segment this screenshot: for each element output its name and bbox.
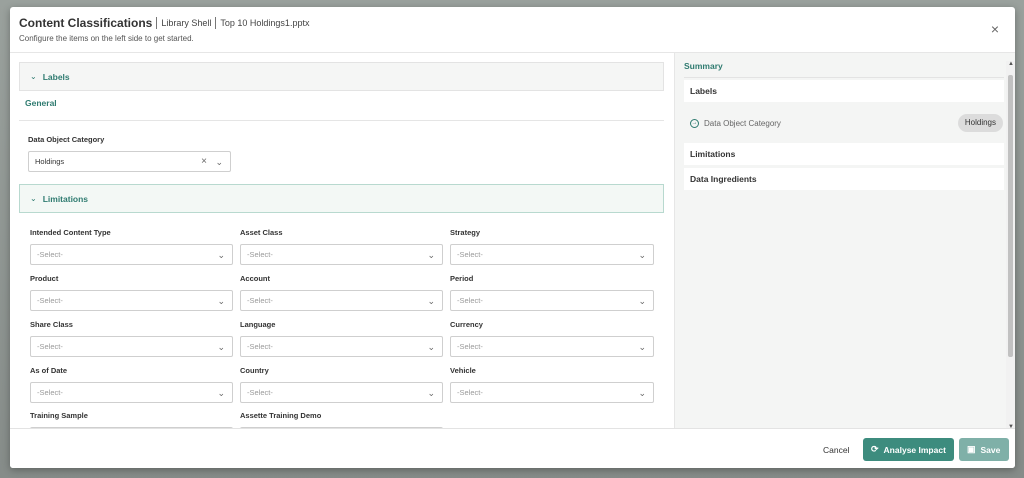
chevron-down-icon: ⌄ bbox=[217, 342, 225, 352]
intended-content-type-label: Intended Content Type bbox=[30, 228, 111, 237]
save-label: Save bbox=[980, 444, 1001, 455]
summary-divider bbox=[684, 77, 1004, 78]
summary-limitations-heading: Limitations bbox=[690, 149, 736, 159]
chevron-down-icon: ⌄ bbox=[217, 296, 225, 306]
content-classifications-modal: Content Classifications Library Shell To… bbox=[10, 7, 1015, 468]
labels-section-header[interactable]: ⌄ Labels bbox=[19, 62, 664, 91]
clear-icon[interactable]: × bbox=[201, 156, 207, 167]
assette-training-demo-label: Assette Training Demo bbox=[240, 411, 322, 420]
chevron-down-icon: ⌄ bbox=[638, 342, 646, 352]
summary-ingredients-block: Data Ingredients bbox=[684, 168, 1004, 190]
analyse-impact-button[interactable]: ⟳ Analyse Impact bbox=[863, 438, 954, 461]
configuration-panel: ⌄ Labels General Data Object Category Ho… bbox=[19, 62, 664, 428]
data-object-category-value: Holdings bbox=[35, 157, 65, 166]
country-select[interactable]: -Select- ⌄ bbox=[240, 382, 443, 403]
labels-section-title: Labels bbox=[42, 71, 70, 82]
period-select[interactable]: -Select- ⌄ bbox=[450, 290, 654, 311]
tab-general[interactable]: General bbox=[25, 98, 57, 108]
tab-divider bbox=[19, 120, 664, 121]
summary-title: Summary bbox=[684, 61, 723, 71]
breadcrumb-file-name: Top 10 Holdings1.pptx bbox=[215, 17, 309, 29]
summary-labels-heading: Labels bbox=[690, 86, 717, 96]
summary-ingredients-heading: Data Ingredients bbox=[690, 174, 757, 184]
modal-footer: Cancel ⟳ Analyse Impact ▣ Save bbox=[10, 428, 1015, 468]
select-placeholder: -Select- bbox=[457, 250, 483, 259]
select-placeholder: -Select- bbox=[37, 250, 63, 259]
currency-select[interactable]: -Select- ⌄ bbox=[450, 336, 654, 357]
save-button[interactable]: ▣ Save bbox=[959, 438, 1009, 461]
share-class-label: Share Class bbox=[30, 320, 73, 329]
chevron-down-icon: ⌄ bbox=[217, 388, 225, 398]
select-placeholder: -Select- bbox=[37, 296, 63, 305]
limitations-section-title: Limitations bbox=[42, 193, 89, 204]
summary-labels-block: Labels bbox=[684, 80, 1004, 102]
strategy-select[interactable]: -Select- ⌄ bbox=[450, 244, 654, 265]
as-of-date-select[interactable]: -Select- ⌄ bbox=[30, 382, 233, 403]
select-placeholder: -Select- bbox=[457, 296, 483, 305]
chevron-down-icon: ⌄ bbox=[30, 194, 37, 203]
cancel-button[interactable]: Cancel bbox=[823, 445, 849, 455]
data-object-category-select[interactable]: Holdings × ⌄ bbox=[28, 151, 231, 172]
refresh-icon: ⟳ bbox=[871, 444, 879, 454]
chevron-down-icon: ⌄ bbox=[427, 296, 435, 306]
select-placeholder: -Select- bbox=[247, 342, 273, 351]
analyse-impact-label: Analyse Impact bbox=[883, 444, 946, 455]
select-placeholder: -Select- bbox=[37, 342, 63, 351]
asset-class-label: Asset Class bbox=[240, 228, 283, 237]
chevron-down-icon: ⌄ bbox=[30, 72, 37, 81]
select-placeholder: -Select- bbox=[37, 388, 63, 397]
summary-value-pill: Holdings bbox=[957, 114, 1003, 132]
summary-limitations-block: Limitations bbox=[684, 143, 1004, 165]
asset-class-select[interactable]: -Select- ⌄ bbox=[240, 244, 443, 265]
chevron-down-icon: ⌄ bbox=[427, 388, 435, 398]
modal-header: Content Classifications Library Shell To… bbox=[10, 7, 1015, 53]
language-label: Language bbox=[240, 320, 276, 329]
select-placeholder: -Select- bbox=[457, 342, 483, 351]
intended-content-type-select[interactable]: -Select- ⌄ bbox=[30, 244, 233, 265]
account-label: Account bbox=[240, 274, 270, 283]
account-select[interactable]: -Select- ⌄ bbox=[240, 290, 443, 311]
as-of-date-label: As of Date bbox=[30, 366, 68, 375]
chevron-down-icon[interactable]: ⌄ bbox=[215, 157, 223, 168]
summary-panel: Summary Labels → Data Object Category Ho… bbox=[674, 53, 1015, 428]
training-sample-label: Training Sample bbox=[30, 411, 88, 420]
save-icon: ▣ bbox=[967, 444, 976, 454]
chevron-down-icon: ⌄ bbox=[427, 250, 435, 260]
select-placeholder: -Select- bbox=[247, 296, 273, 305]
close-icon[interactable]: × bbox=[989, 22, 1001, 36]
chevron-down-icon: ⌄ bbox=[638, 388, 646, 398]
product-select[interactable]: -Select- ⌄ bbox=[30, 290, 233, 311]
vehicle-select[interactable]: -Select- ⌄ bbox=[450, 382, 654, 403]
scrollbar-thumb[interactable] bbox=[1008, 75, 1013, 357]
modal-title: Content Classifications bbox=[19, 16, 153, 30]
data-object-category-label: Data Object Category bbox=[28, 135, 105, 144]
limitations-section-header[interactable]: ⌄ Limitations bbox=[19, 184, 664, 213]
summary-item-data-object-category: → Data Object Category bbox=[690, 119, 781, 128]
strategy-label: Strategy bbox=[450, 228, 481, 237]
scroll-up-icon[interactable]: ▲ bbox=[1008, 61, 1014, 67]
select-placeholder: -Select- bbox=[247, 388, 273, 397]
chevron-down-icon: ⌄ bbox=[638, 296, 646, 306]
title-row: Content Classifications Library Shell To… bbox=[19, 16, 309, 30]
vehicle-label: Vehicle bbox=[450, 366, 476, 375]
product-label: Product bbox=[30, 274, 59, 283]
period-label: Period bbox=[450, 274, 474, 283]
language-select[interactable]: -Select- ⌄ bbox=[240, 336, 443, 357]
breadcrumb-library-shell: Library Shell bbox=[156, 17, 211, 29]
arrow-right-circle-icon: → bbox=[690, 119, 699, 128]
chevron-down-icon: ⌄ bbox=[638, 250, 646, 260]
select-placeholder: -Select- bbox=[247, 250, 273, 259]
modal-subtitle: Configure the items on the left side to … bbox=[19, 34, 194, 43]
country-label: Country bbox=[240, 366, 269, 375]
chevron-down-icon: ⌄ bbox=[427, 342, 435, 352]
summary-item-label: Data Object Category bbox=[704, 119, 781, 128]
currency-label: Currency bbox=[450, 320, 483, 329]
chevron-down-icon: ⌄ bbox=[217, 250, 225, 260]
select-placeholder: -Select- bbox=[457, 388, 483, 397]
share-class-select[interactable]: -Select- ⌄ bbox=[30, 336, 233, 357]
